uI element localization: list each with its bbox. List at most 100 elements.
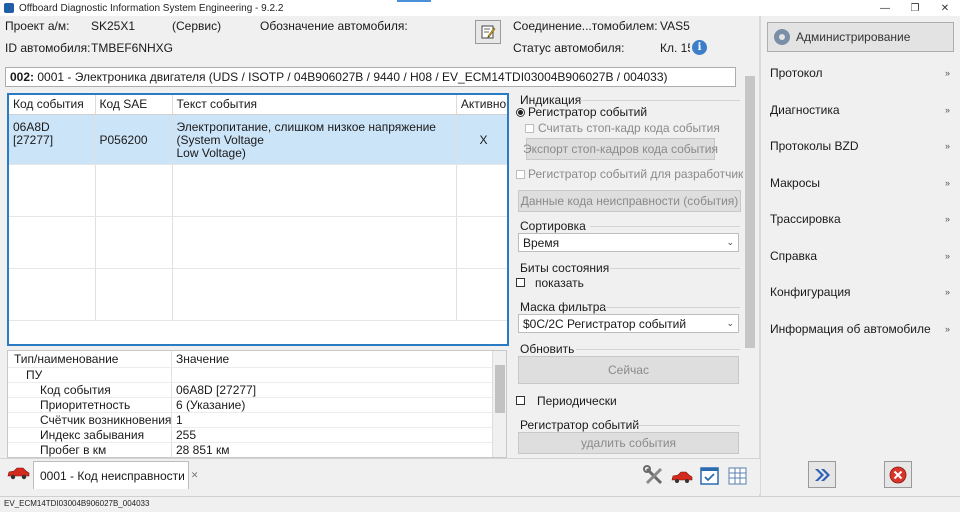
delete-events-button[interactable]: удалить события [518,432,739,454]
sort-select[interactable]: Время ⌄ [518,233,739,252]
connection-value: VAS5 [660,19,690,33]
chevron-down-icon: » [944,178,950,188]
table-row-empty [9,216,507,269]
details-scrollbar[interactable] [492,351,506,457]
dev-recorder-checkbox[interactable] [516,170,525,179]
tools-icon[interactable] [643,465,665,487]
title-accent [397,0,431,2]
fault-data-button[interactable]: Данные кода неисправности (события) [518,190,741,212]
options-scroll-thumb[interactable] [745,76,755,348]
periodic-checkbox[interactable] [516,396,525,405]
event-recorder-radio[interactable] [516,108,525,117]
event-text-cell: Электропитание, слишком низкое напряжени… [172,114,457,165]
sidebar-item-bzd-protocols[interactable]: Протоколы BZD » [770,136,956,156]
tab-fault-code[interactable]: 0001 - Код неисправности ✕ [33,461,198,489]
minimize-button[interactable]: — [870,0,900,16]
dev-recorder-label: Регистратор событий для разработчиков [528,167,744,181]
sidebar-item-help[interactable]: Справка » [770,246,956,266]
gear-icon [774,29,790,45]
chevron-down-icon: » [944,141,950,151]
details-value: 1 [176,413,183,427]
refresh-now-button[interactable]: Сейчас [518,356,739,384]
chevron-down-icon: » [944,105,950,115]
vehicle-id-value: TMBEF6NHXG [91,41,174,55]
details-row[interactable]: Пробег в км 28 851 км [8,443,506,457]
details-name: Индекс забывания [8,428,172,442]
module-path-bar: 002: 0001 - Электроника двигателя (UDS /… [5,67,736,87]
window-title: Offboard Diagnostic Information System E… [19,2,284,14]
details-header: Тип/наименование Значение [8,351,506,368]
chevron-down-icon: » [944,214,950,224]
details-row[interactable]: Код события 06A8D [27277] [8,383,506,398]
connection-label: Соединение...томобилем: [513,19,658,33]
group-divider [636,425,740,426]
sort-label: Сортировка [520,219,586,233]
table-row-empty [9,164,507,217]
car-icon[interactable] [6,466,30,480]
sidebar-item-label: Макросы [770,176,821,190]
filter-mask-selected-value: $0C/2C Регистратор событий [523,317,687,331]
events-table: Код события Код SAE Текст события Активн… [7,93,509,346]
sae-code: P056200 [99,132,148,147]
status-value: Кл. 15 [660,41,690,55]
chevron-down-icon: ⌄ [726,318,734,328]
details-group-row[interactable]: ПУ [8,368,506,383]
sidebar-item-configuration[interactable]: Конфигурация » [770,282,956,302]
exit-button[interactable] [884,461,912,488]
show-bits-checkbox[interactable] [516,278,525,287]
administration-button[interactable]: Администрирование [767,22,954,52]
details-scroll-thumb[interactable] [495,365,505,413]
sidebar-actions [762,458,960,494]
details-row[interactable]: Индекс забывания 255 [8,428,506,443]
options-panel: Индикация Регистратор событий Считать ст… [514,93,744,458]
tab-label: 0001 - Код неисправности [40,468,185,483]
details-row[interactable]: Приоритетность 6 (Указание) [8,398,506,413]
sidebar-item-tracing[interactable]: Трассировка » [770,209,956,229]
checklist-icon[interactable] [699,465,721,487]
vehicle-header: Проект а/м: SK25X1 (Сервис) Обозначение … [0,16,760,62]
close-icon [889,466,907,483]
export-freeze-frames-button[interactable]: Экспорт стоп-кадров кода события [523,138,718,160]
car-diagnostic-icon[interactable] [671,465,693,487]
details-row[interactable]: Счётчик возникновения от 1 [8,413,506,428]
freeze-frame-label: Считать стоп-кадр кода события [538,121,720,135]
details-value: 6 (Указание) [176,398,246,412]
info-icon[interactable]: i [692,40,707,55]
sidebar-item-vehicle-info[interactable]: Информация об автомобиле » [770,319,956,339]
close-window-button[interactable]: ✕ [930,0,960,16]
close-icon[interactable]: ✕ [191,470,199,481]
module-path-text: 0001 - Электроника двигателя (UDS / ISOT… [37,70,668,84]
forward-button[interactable] [808,461,836,488]
column-header-event-code[interactable]: Код события [9,95,96,115]
edit-designation-button[interactable] [475,20,501,44]
filter-mask-select[interactable]: $0C/2C Регистратор событий ⌄ [518,314,739,333]
project-mode: (Сервис) [172,19,222,33]
event-code: 06A8D [13,119,50,134]
details-value: 06A8D [27277] [176,383,257,397]
sidebar-item-label: Справка [770,249,818,263]
options-scrollbar[interactable] [745,76,755,456]
restore-button[interactable]: ❐ [900,0,930,16]
column-header-sae-code[interactable]: Код SAE [95,95,173,115]
group-divider [590,226,740,227]
column-header-event-text[interactable]: Текст события [172,95,457,115]
module-number: 002: [10,70,35,84]
edit-note-icon [481,25,496,39]
sidebar-item-label: Протоколы BZD [770,139,859,153]
grid-table-icon[interactable] [727,465,749,487]
table-row[interactable]: 06A8D [27277] P056200 Электропитание, сл… [9,114,507,165]
freeze-frame-checkbox[interactable] [525,124,534,133]
sidebar: Администрирование Протокол » Диагностика… [762,16,960,460]
event-code-decimal: [27277] [13,132,54,147]
group-divider [604,307,740,308]
details-col-name: Тип/наименование [8,351,172,367]
sidebar-item-label: Конфигурация [770,285,851,299]
double-chevron-right-icon [815,468,830,481]
designation-label: Обозначение автомобиля: [260,19,408,33]
app-icon [4,3,14,13]
sidebar-item-diagnostics[interactable]: Диагностика » [770,100,956,120]
sidebar-item-protocol[interactable]: Протокол » [770,63,956,83]
details-name: Пробег в км [8,443,172,457]
column-header-active[interactable]: Активно [456,95,507,115]
sidebar-item-macros[interactable]: Макросы » [770,173,956,193]
